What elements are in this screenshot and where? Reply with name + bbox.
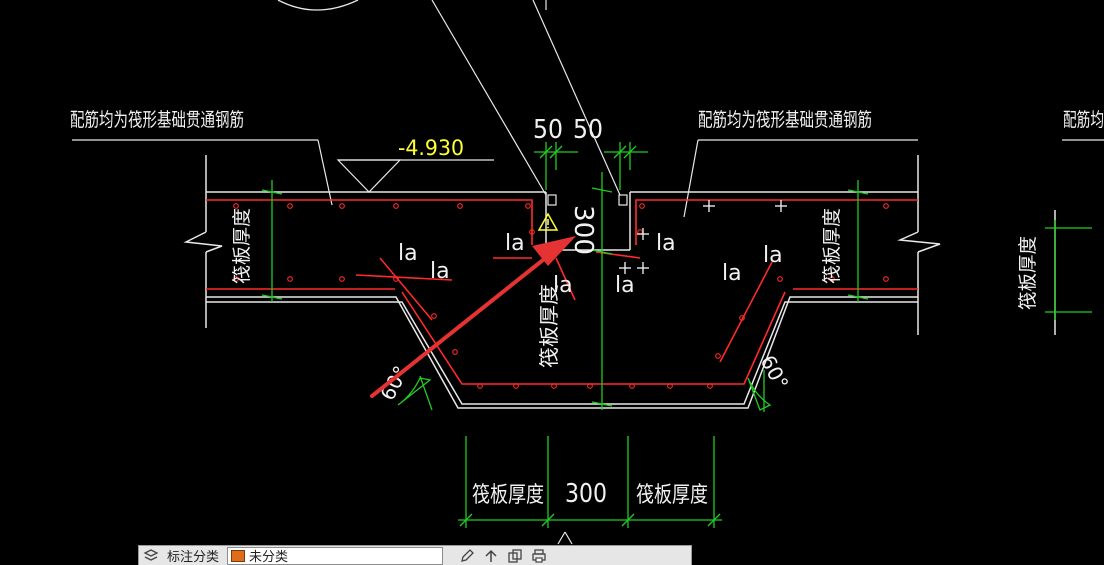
layer-select[interactable]: 未分类 [227,546,444,565]
la-label: la [763,243,783,268]
edit-button[interactable] [455,546,479,565]
note-left: 配筋均为筏形基础贯通钢筋 [70,109,244,131]
layer-select-value: 未分类 [249,550,289,565]
raft-thickness-right: 筏板厚度 [821,208,843,284]
pencil-icon [461,548,474,562]
la-label: la [398,241,418,266]
move-up-button[interactable] [479,546,503,565]
raft-thickness-far-right: 筏板厚度 [1017,236,1039,310]
layers-button[interactable] [139,546,163,565]
copy-button[interactable] [503,546,527,565]
la-label: la [553,273,573,298]
dim-top-a: 50 [533,115,563,145]
la-label: la [505,231,525,256]
raft-thickness-bottom-left: 筏板厚度 [472,483,544,508]
cad-drawing-canvas[interactable]: 配筋均为筏形基础贯通钢筋 配筋均为筏形基础贯通钢筋 配筋均 -4.930 50 … [0,0,1104,564]
bottom-toolbar: 标注分类 未分类 [138,545,692,565]
note-far-right: 配筋均 [1063,109,1104,131]
up-arrow-icon [485,549,497,562]
raft-thickness-bottom-right: 筏板厚度 [636,483,708,508]
dim-bottom-300: 300 [565,479,607,509]
layer-label: 标注分类 [167,550,220,565]
dim-center-300: 300 [568,205,598,255]
la-label: la [722,261,742,286]
layer-color-swatch [231,549,246,562]
elevation-label: -4.930 [398,136,464,160]
dim-top-b: 50 [573,115,603,145]
canvas-background [0,0,1104,564]
copy-icon [508,548,522,563]
la-label: la [430,259,450,284]
print-button[interactable] [527,546,551,565]
la-label: la [656,231,676,256]
print-icon [532,548,546,563]
raft-thickness-left: 筏板厚度 [231,208,253,284]
note-right: 配筋均为筏形基础贯通钢筋 [698,109,872,131]
layers-icon [143,548,159,561]
la-label: la [615,273,635,298]
